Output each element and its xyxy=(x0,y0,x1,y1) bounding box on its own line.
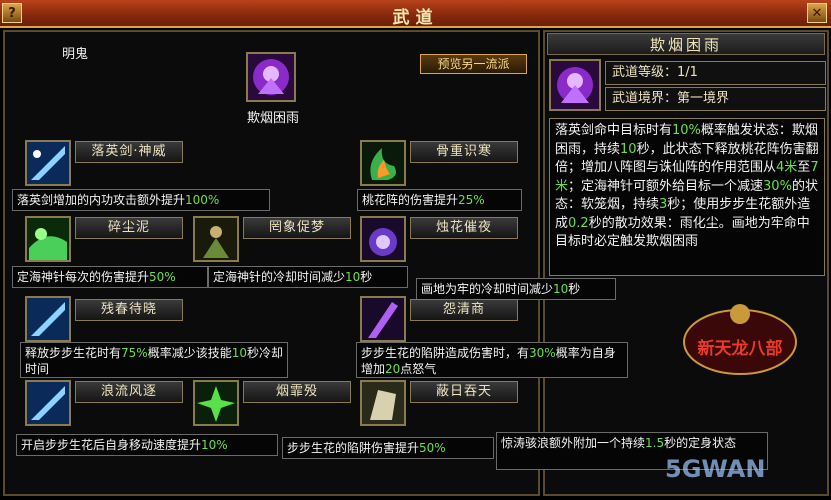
player-name: 明鬼 xyxy=(62,47,89,62)
skill-desc-4: 定海神针的冷却时间减少10秒 xyxy=(208,266,408,288)
sword-light-icon[interactable] xyxy=(25,296,71,342)
skill-desc-1: 落英剑增加的内功攻击额外提升100% xyxy=(12,189,270,211)
stone-fist-icon[interactable] xyxy=(360,380,406,426)
green-burst-icon[interactable] xyxy=(193,380,239,426)
skill-name-8: 浪流风逐 xyxy=(75,381,183,403)
skill-name-1: 落英剑·神威 xyxy=(75,141,183,163)
skill-desc-9: 步步生花的陷阱伤害提升50% xyxy=(282,437,494,459)
sword-light-icon[interactable] xyxy=(25,140,71,186)
skill-name-6: 残春待晓 xyxy=(75,299,183,321)
skill-desc-8: 开启步步生花后自身移动速度提升10% xyxy=(16,434,278,456)
skill-desc-7: 步步生花的陷阱造成伤害时，有30%概率为自身增加20点怒气 xyxy=(356,342,628,378)
skill-name-5: 烛花催夜 xyxy=(410,217,518,239)
center-skill-name: 欺烟困雨 xyxy=(246,111,299,126)
dark-figure-icon[interactable] xyxy=(193,216,239,262)
skill-name-3: 碎尘泥 xyxy=(75,217,183,239)
watermark: 5GWAN xyxy=(665,455,766,483)
detail-title: 欺烟困雨 xyxy=(547,33,825,55)
skill-desc-3: 定海神针每次的伤害提升50% xyxy=(12,266,208,288)
skill-realm: 武道境界：第一境界 xyxy=(605,87,826,111)
skill-level: 武道等级：1/1 xyxy=(605,61,826,85)
skill-description: 落英剑命中目标时有10%概率触发状态：欺烟困雨，持续10秒，此状态下释放桃花阵伤… xyxy=(549,118,825,276)
skill-name-4: 罔象促梦 xyxy=(243,217,351,239)
close-button[interactable]: ✕ xyxy=(807,3,827,23)
skill-desc-5: 画地为牢的冷却时间减少10秒 xyxy=(416,278,616,300)
purple-orb-icon[interactable] xyxy=(360,216,406,262)
preview-other-school-button[interactable]: 预览另一流派 xyxy=(420,54,527,74)
help-button[interactable]: ? xyxy=(2,3,22,23)
sword-light-icon[interactable] xyxy=(25,380,71,426)
detail-skill-icon xyxy=(549,59,601,111)
skill-desc-2: 桃花阵的伤害提升25% xyxy=(357,189,522,211)
skill-name-7: 怨清商 xyxy=(410,299,518,321)
window-title: 武道 xyxy=(392,8,439,28)
logo-text: 新天龙八部 xyxy=(697,339,783,359)
center-skill-icon[interactable] xyxy=(246,52,296,102)
skill-name-2: 骨重识寒 xyxy=(410,141,518,163)
skill-name-9: 烟霏殁 xyxy=(243,381,351,403)
skill-desc-6: 释放步步生花时有75%概率减少该技能10秒冷却时间 xyxy=(20,342,288,378)
skill-name-10: 蔽日吞天 xyxy=(410,381,518,403)
green-mist-icon[interactable] xyxy=(25,216,71,262)
purple-blade-icon[interactable] xyxy=(360,296,406,342)
green-flame-icon[interactable] xyxy=(360,140,406,186)
